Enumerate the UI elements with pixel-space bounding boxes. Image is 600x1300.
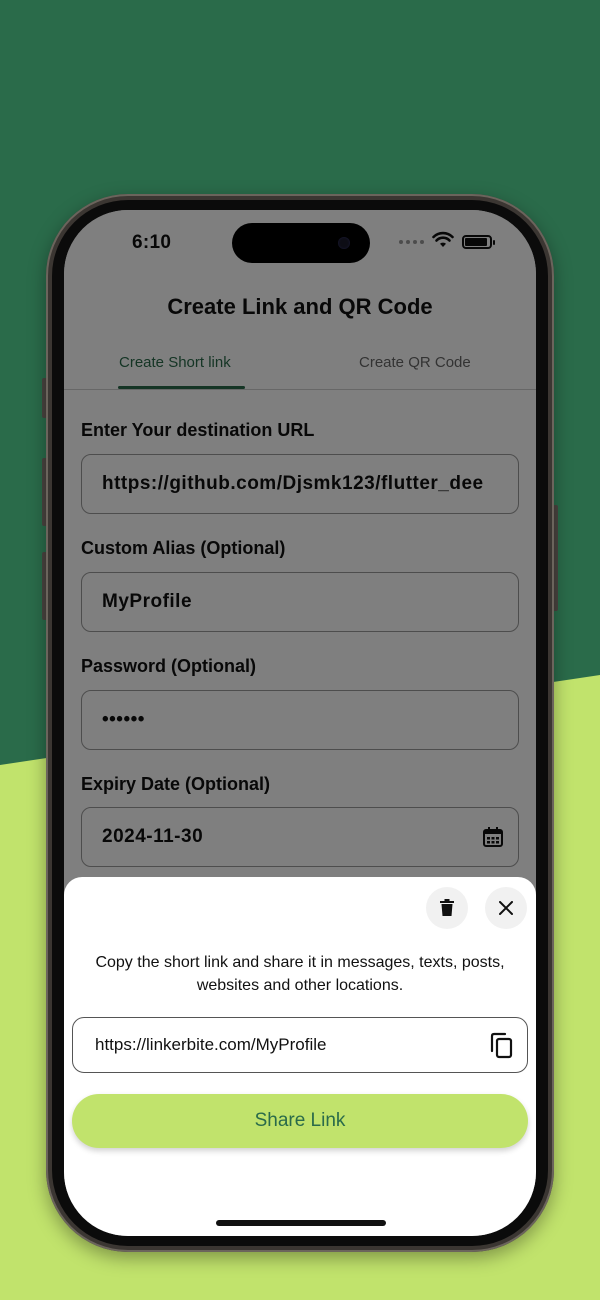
copy-icon[interactable] [489,1032,515,1060]
share-link-button[interactable]: Share Link [72,1094,528,1148]
delete-button[interactable] [426,887,468,929]
share-bottom-sheet: Copy the short link and share it in mess… [64,877,536,1236]
share-instructions: Copy the short link and share it in mess… [95,954,505,994]
home-indicator [216,1220,386,1226]
close-icon [499,901,513,915]
trash-icon [440,899,454,916]
short-link-value: https://linkerbite.com/MyProfile [95,1035,327,1054]
phone-screen: 6:10 Create Link and QR Code Create Shor… [64,210,536,1236]
short-link-field[interactable]: https://linkerbite.com/MyProfile [72,1017,528,1073]
close-button[interactable] [485,887,527,929]
